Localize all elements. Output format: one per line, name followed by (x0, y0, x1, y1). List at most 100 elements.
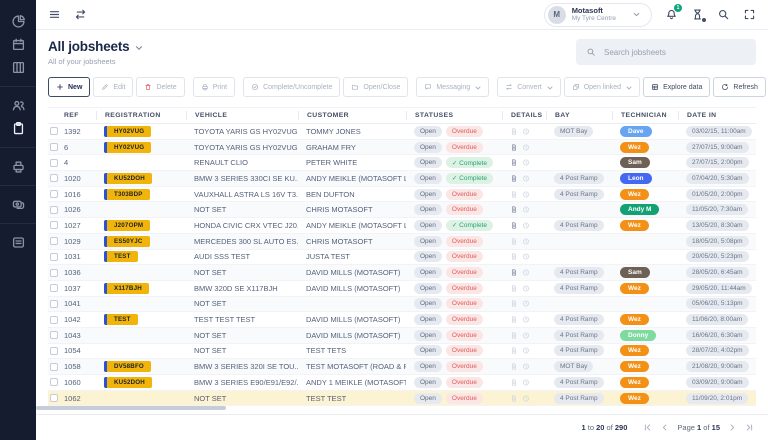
column-header[interactable]: VEHICLE (186, 111, 298, 120)
check-circle-icon (251, 83, 259, 91)
fullscreen-button[interactable] (743, 8, 756, 21)
table-row[interactable]: 1060 KU52DOH BMW 3 SERIES E90/E91/E92/..… (48, 375, 756, 391)
document-icon (510, 362, 518, 371)
row-checkbox[interactable] (50, 252, 58, 261)
toolbar-button-delete[interactable]: Delete (136, 77, 185, 97)
toolbar-button-refresh[interactable]: Refresh (713, 77, 766, 97)
table-icon (651, 83, 659, 91)
toolbar-button-open-linked[interactable]: Open linked (563, 77, 641, 97)
sidebar-item-jobsheets[interactable] (11, 121, 26, 136)
table-row[interactable]: 1041 NOT SET Open Overdue 05/06/20, 5:13p… (48, 296, 756, 313)
date-in-cell: 11/06/20, 8:00am (678, 314, 756, 326)
column-header[interactable]: DETAILS (502, 111, 546, 120)
table-row[interactable]: 1026 NOT SET CHRIS MOTASOFT Open Overdue … (48, 202, 756, 219)
toolbar-button-messaging[interactable]: Messaging (416, 77, 490, 97)
row-checkbox[interactable] (50, 346, 58, 355)
column-header[interactable]: REGISTRATION (96, 111, 186, 120)
table-row[interactable]: 1027 J207OPM HONDA CIVIC CRX VTEC J20...… (48, 218, 756, 234)
status-pills: Open Overdue (406, 125, 502, 137)
first-page-button[interactable] (643, 423, 652, 432)
column-header[interactable]: CUSTOMER (298, 111, 406, 120)
sidebar-item-customers[interactable] (11, 98, 26, 113)
toolbar-button-complete-uncomplete[interactable]: Complete/Uncomplete (243, 77, 341, 97)
column-header[interactable]: TECHNICIAN (612, 111, 678, 120)
notifications-button[interactable]: 1 (665, 4, 682, 21)
sidebar (0, 0, 36, 440)
column-header[interactable]: DATE IN (678, 111, 756, 120)
row-checkbox[interactable] (50, 158, 58, 167)
table-row[interactable]: 6 HY02VUG TOYOTA YARIS GS HY02VUG GRAHAM… (48, 139, 756, 156)
horizontal-scrollbar-thumb[interactable] (36, 406, 226, 410)
column-header[interactable]: STATUSES (406, 111, 502, 120)
next-page-button[interactable] (728, 423, 737, 432)
table-body: 1392 HY02VUG TOYOTA YARIS GS HY02VUG TOM… (48, 124, 756, 407)
table-row[interactable]: 1020 KU52DOH BMW 3 SERIES 330CI SE KU...… (48, 171, 756, 187)
row-checkbox[interactable] (50, 268, 58, 277)
table-row[interactable]: 1043 NOT SET DAVID MILLS (MOTASOFT) Open… (48, 327, 756, 344)
details-icons (502, 346, 546, 355)
previous-page-button[interactable] (660, 423, 669, 432)
table-row[interactable]: 1054 NOT SET TEST TETS Open Overdue 4 Pos… (48, 344, 756, 360)
table-row[interactable]: 1031 TEST AUDI SSS TEST JUSTA TEST Open O… (48, 250, 756, 266)
ref-value: 1042 (64, 315, 81, 325)
toolbar-button-open-close[interactable]: Open/Close (343, 77, 409, 97)
details-icons (502, 237, 546, 246)
column-header[interactable]: BAY (546, 111, 612, 120)
search-box[interactable] (576, 39, 756, 65)
registration-plate: HY02VUG (104, 141, 152, 153)
toolbar-button-new[interactable]: New (48, 77, 91, 97)
jobsheet-view-selector[interactable]: All jobsheets (48, 39, 144, 54)
table-row[interactable]: 1037 X117BJH BMW 320D SE X117BJH DAVID M… (48, 281, 756, 297)
table-row[interactable]: 1029 ES50YJC MERCEDES 300 SL AUTO ES... … (48, 233, 756, 250)
toolbar-button-edit[interactable]: Edit (93, 77, 134, 97)
table-row[interactable]: 1392 HY02VUG TOYOTA YARIS GS HY02VUG TOM… (48, 124, 756, 140)
details-icons (502, 268, 546, 277)
row-checkbox[interactable] (50, 127, 58, 136)
date-in-cell: 16/06/20, 6:30am (678, 329, 756, 341)
row-checkbox[interactable] (50, 205, 58, 214)
date-in-badge: 03/02/15, 11:00am (686, 125, 752, 137)
last-page-button[interactable] (745, 423, 754, 432)
row-checkbox[interactable] (50, 143, 58, 152)
column-header[interactable]: REF (48, 112, 96, 119)
table-row[interactable]: 1036 NOT SET DAVID MILLS (MOTASOFT) Open… (48, 265, 756, 281)
table-row[interactable]: 1016 T303BDP VAUXHALL ASTRA LS 16V T3...… (48, 187, 756, 203)
row-checkbox[interactable] (50, 362, 58, 371)
row-checkbox[interactable] (50, 221, 58, 230)
row-checkbox[interactable] (50, 331, 58, 340)
table-row[interactable]: 1042 TEST TEST TEST TEST DAVID MILLS (MO… (48, 312, 756, 328)
row-checkbox[interactable] (50, 237, 58, 246)
transfer-arrows-icon[interactable] (74, 8, 87, 21)
table-row[interactable]: 1058 DV58BFO BMW 3 SERIES 320I SE TOU...… (48, 359, 756, 375)
search-input[interactable] (604, 47, 746, 57)
toolbar-button-print[interactable]: Print (192, 77, 236, 97)
row-checkbox[interactable] (50, 190, 58, 199)
status-pills: Open Overdue (406, 188, 502, 200)
row-checkbox[interactable] (50, 299, 58, 308)
vehicle-value: MERCEDES 300 SL AUTO ES... (194, 236, 298, 246)
document-icon (510, 378, 518, 387)
customer-value: TEST MOTASOFT (ROAD & R... (306, 362, 406, 372)
pending-tasks-button[interactable] (691, 8, 706, 22)
sidebar-item-printing[interactable] (11, 159, 26, 174)
toolbar-button-explore-data[interactable]: Explore data (643, 77, 711, 97)
sidebar-item-records[interactable] (11, 235, 26, 250)
ref-value: 1041 (64, 299, 81, 309)
date-in-badge: 01/05/20, 2:00pm (686, 188, 749, 200)
toolbar-button-convert[interactable]: Convert (497, 77, 561, 97)
hamburger-menu-icon[interactable] (48, 8, 61, 21)
row-checkbox[interactable] (50, 284, 58, 293)
bay-badge: MOT Bay (554, 125, 594, 137)
account-switcher[interactable]: M Motasoft My Tyre Centre (543, 2, 652, 27)
clock-icon (522, 394, 530, 403)
row-checkbox[interactable] (50, 394, 58, 403)
row-checkbox[interactable] (50, 315, 58, 324)
row-checkbox[interactable] (50, 174, 58, 183)
sidebar-item-diary[interactable] (11, 37, 26, 52)
sidebar-item-payments[interactable] (11, 197, 26, 212)
table-row[interactable]: 4 RENAULT CLIO PETER WHITE Open ✓ Complet… (48, 155, 756, 172)
row-checkbox[interactable] (50, 378, 58, 387)
sidebar-item-planner[interactable] (11, 60, 26, 75)
sidebar-item-reports[interactable] (11, 14, 26, 29)
global-search-button[interactable] (717, 8, 730, 21)
